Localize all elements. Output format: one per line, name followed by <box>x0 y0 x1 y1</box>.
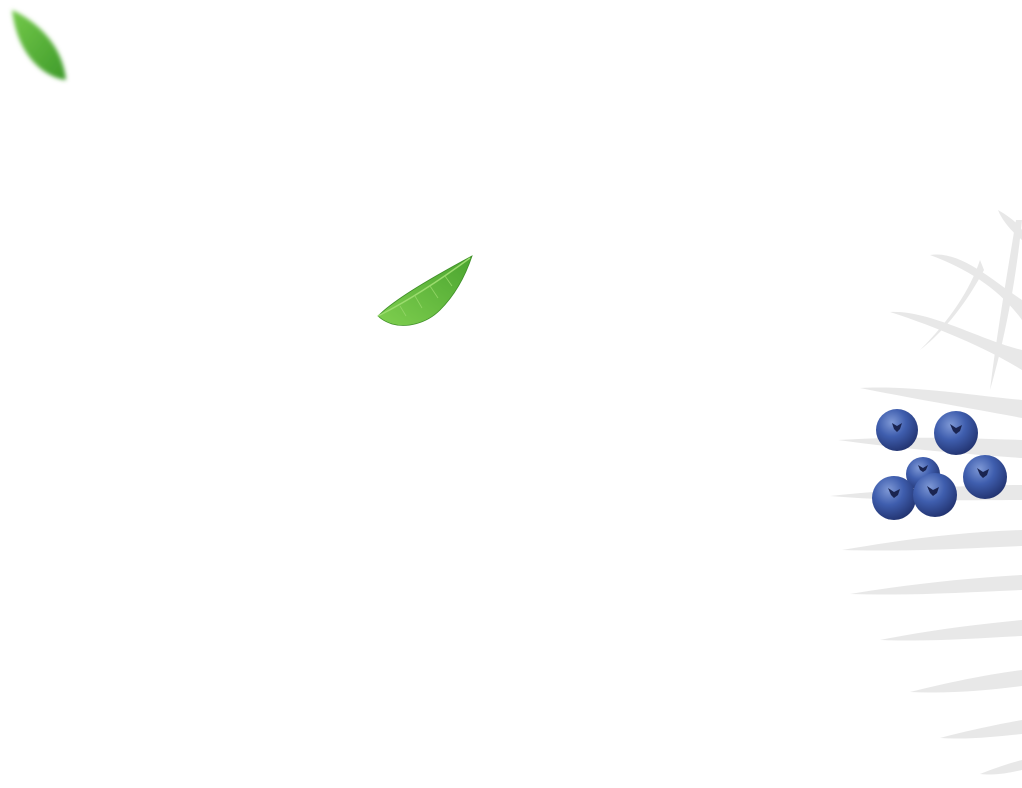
blueberry-icon <box>934 411 978 455</box>
blueberry-icon <box>913 473 957 517</box>
blurred-leaf <box>0 0 90 100</box>
leaf-icon <box>377 255 473 326</box>
blueberry-cluster <box>868 402 1010 524</box>
blueberry-icon <box>963 455 1007 499</box>
blueberry-icon <box>872 476 916 520</box>
blueberry-icon <box>876 409 918 451</box>
leaf-icon <box>12 10 66 80</box>
falling-leaf <box>370 250 480 335</box>
illustration-canvas <box>0 0 1022 788</box>
